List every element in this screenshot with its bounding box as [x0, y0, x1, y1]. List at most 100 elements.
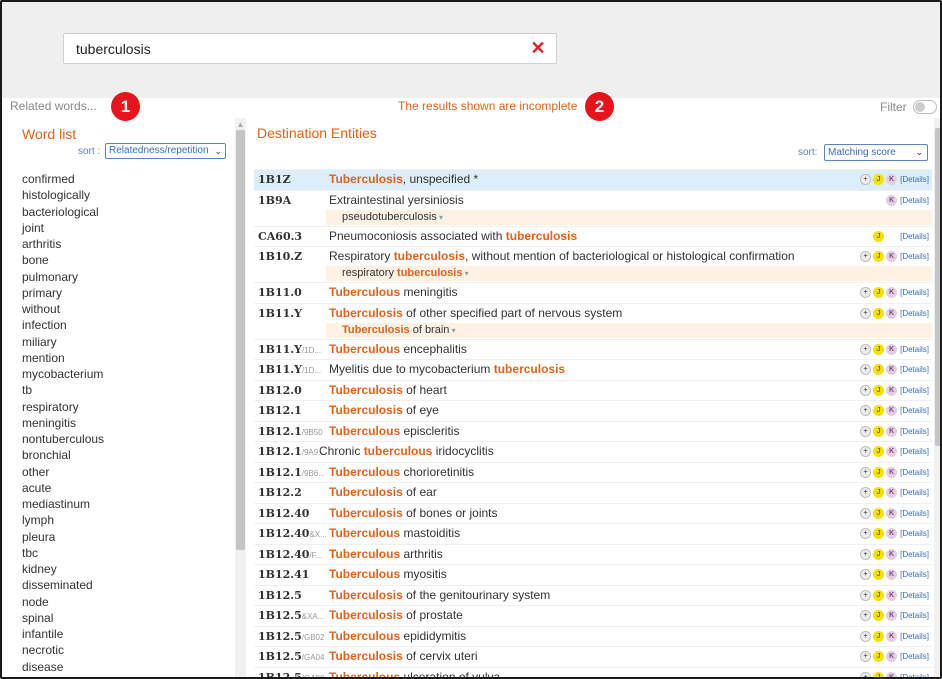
plus-icon[interactable]: +: [860, 487, 872, 498]
result-row[interactable]: 1B11.Y/1D... Tuberculous encephalitis + J K[…: [254, 338, 932, 360]
word-list-item[interactable]: other: [22, 465, 222, 481]
details-link[interactable]: [Details]: [900, 385, 929, 396]
entity-code[interactable]: 1B10.Z: [258, 250, 302, 263]
word-list-item[interactable]: arthritis: [22, 237, 222, 253]
details-link[interactable]: [Details]: [900, 569, 929, 580]
details-link[interactable]: [Details]: [900, 590, 929, 601]
entity-code[interactable]: 1B12.0: [258, 384, 302, 397]
entity-title[interactable]: Chronic tuberculous iridocyclitis: [319, 444, 494, 458]
entity-title[interactable]: Tuberculosis, unspecified *: [329, 172, 478, 186]
entity-code[interactable]: CA60.3: [258, 230, 302, 243]
k-badge-icon[interactable]: K: [886, 630, 898, 642]
plus-icon[interactable]: +: [860, 610, 872, 621]
plus-icon[interactable]: +: [860, 174, 872, 185]
entity-code[interactable]: 1B12.5&XA...: [258, 609, 324, 622]
plus-icon[interactable]: +: [860, 651, 872, 662]
word-list-item[interactable]: necrotic: [22, 643, 222, 659]
plus-icon[interactable]: +: [860, 343, 872, 355]
plus-icon[interactable]: +: [860, 528, 872, 539]
word-list-item[interactable]: joint: [22, 221, 222, 237]
entity-title[interactable]: Tuberculosis of prostate: [329, 608, 463, 622]
details-link[interactable]: [Details]: [900, 549, 929, 560]
k-badge-icon[interactable]: K: [886, 307, 898, 319]
plus-icon[interactable]: +: [860, 251, 872, 262]
word-list-item[interactable]: spinal: [22, 611, 222, 627]
result-row[interactable]: 1B11.Y/1D... Myelitis due to mycobacteriu…: [254, 359, 932, 380]
plus-icon[interactable]: +: [860, 589, 872, 601]
entity-title[interactable]: Tuberculous arthritis: [329, 547, 443, 561]
k-badge-icon[interactable]: K: [886, 287, 898, 298]
search-box[interactable]: ✕: [63, 33, 557, 64]
j-badge-icon[interactable]: J: [873, 251, 885, 262]
word-list-item[interactable]: lymph: [22, 513, 222, 529]
j-badge-icon[interactable]: J: [873, 307, 885, 319]
word-list-item[interactable]: disease: [22, 660, 222, 676]
word-list-item[interactable]: miliary: [22, 335, 222, 351]
result-row[interactable]: 1B12.5&XA... Tuberculosis of prostate + J K[…: [254, 605, 932, 626]
j-badge-icon[interactable]: J: [873, 487, 885, 498]
j-badge-icon[interactable]: J: [873, 466, 885, 478]
k-badge-icon[interactable]: K: [886, 174, 898, 185]
word-list-item[interactable]: tb: [22, 383, 222, 399]
result-row[interactable]: CA60.3 Pneumoconiosis associated with tub…: [254, 225, 932, 247]
word-list-item[interactable]: histologically: [22, 188, 222, 204]
j-badge-icon[interactable]: J: [873, 630, 885, 642]
plus-icon[interactable]: +: [860, 425, 872, 437]
results-scrollbar[interactable]: [934, 118, 940, 677]
word-list-item[interactable]: nontuberculous: [22, 432, 222, 448]
entity-title[interactable]: Tuberculous mastoiditis: [329, 526, 460, 540]
result-row[interactable]: 1B9A Extraintestinal yersiniosis pseudotub…: [254, 189, 932, 226]
entity-title[interactable]: Tuberculosis of ear: [329, 485, 437, 499]
result-row[interactable]: 1B12.1/9A9... Chronic tuberculous iridocy…: [254, 441, 932, 462]
word-list-item[interactable]: disseminated: [22, 578, 222, 594]
k-badge-icon[interactable]: K: [886, 671, 898, 677]
plus-icon[interactable]: +: [860, 630, 872, 642]
word-list-scroll-thumb[interactable]: [236, 130, 245, 550]
entity-code[interactable]: 1B12.40: [258, 507, 309, 520]
word-list-item[interactable]: primary: [22, 286, 222, 302]
plus-icon[interactable]: +: [860, 507, 872, 519]
details-link[interactable]: [Details]: [900, 631, 929, 642]
word-list-item[interactable]: infection: [22, 318, 222, 334]
result-row[interactable]: 1B10.Z Respiratory tuberculosis, without …: [254, 246, 932, 282]
word-list-item[interactable]: acute: [22, 481, 222, 497]
k-badge-icon[interactable]: K: [886, 251, 898, 262]
k-badge-icon[interactable]: K: [886, 569, 898, 580]
result-row[interactable]: 1B1Z Tuberculosis, unspecified * + J K [Detai…: [254, 169, 932, 190]
entity-title[interactable]: Tuberculous meningitis: [329, 285, 457, 299]
details-link[interactable]: [Details]: [900, 508, 929, 519]
plus-icon[interactable]: +: [860, 466, 872, 478]
k-badge-icon[interactable]: K: [886, 405, 898, 416]
k-badge-icon[interactable]: K: [886, 651, 898, 662]
entity-code[interactable]: 1B9A: [258, 194, 291, 207]
result-row[interactable]: 1B12.40/F... Tuberculous arthritis + J K [Det…: [254, 543, 932, 565]
word-list-item[interactable]: pulmonary: [22, 270, 222, 286]
k-badge-icon[interactable]: K: [886, 610, 898, 621]
details-link[interactable]: [Details]: [900, 251, 929, 262]
word-list-item[interactable]: meningitis: [22, 416, 222, 432]
k-badge-icon[interactable]: K: [886, 425, 898, 437]
details-link[interactable]: [Details]: [900, 405, 929, 416]
result-row[interactable]: 1B12.5/GB02 Tuberculous epididymitis + J K [D…: [254, 625, 932, 647]
k-badge-icon[interactable]: K: [886, 548, 898, 560]
entity-title[interactable]: Tuberculous encephalitis: [329, 342, 467, 356]
details-link[interactable]: [Details]: [900, 344, 929, 355]
word-list-item[interactable]: bone: [22, 253, 222, 269]
word-list-item[interactable]: kidney: [22, 562, 222, 578]
expand-caret-icon[interactable]: ▾: [449, 326, 456, 335]
entity-title[interactable]: Tuberculosis of cervix uteri: [329, 649, 478, 663]
entity-title[interactable]: Tuberculosis of bones or joints: [329, 506, 498, 520]
plus-icon[interactable]: +: [860, 384, 872, 396]
word-list-item[interactable]: tbc: [22, 546, 222, 562]
details-link[interactable]: [Details]: [900, 446, 929, 457]
k-badge-icon[interactable]: K: [886, 384, 898, 396]
details-link[interactable]: [Details]: [900, 174, 929, 185]
results-scroll-thumb[interactable]: [935, 128, 940, 446]
plus-icon[interactable]: +: [860, 569, 872, 580]
j-badge-icon[interactable]: J: [873, 569, 885, 580]
entity-title[interactable]: Extraintestinal yersiniosis: [329, 193, 464, 207]
result-row[interactable]: 1B12.0 Tuberculosis of heart + J K [Details]: [254, 379, 932, 401]
entity-title[interactable]: Myelitis due to mycobacterium tuberculos…: [329, 362, 565, 376]
word-sort-select[interactable]: Relatedness/repetition ⌄: [105, 143, 226, 159]
k-badge-icon[interactable]: K: [886, 487, 898, 498]
